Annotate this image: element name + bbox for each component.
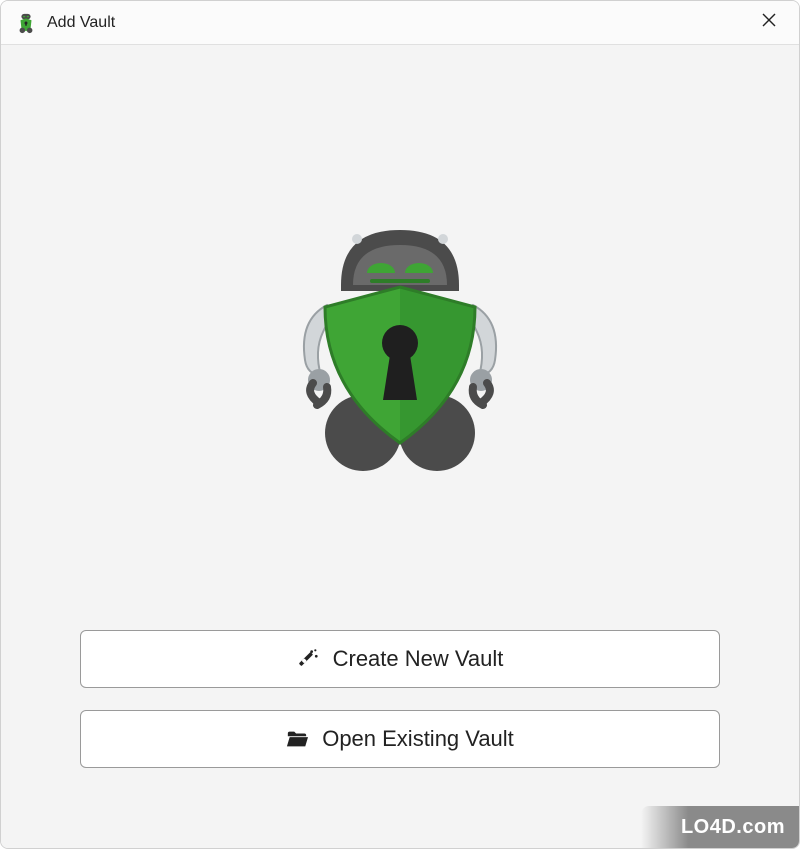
open-existing-vault-label: Open Existing Vault (322, 726, 514, 752)
close-button[interactable] (753, 7, 785, 39)
close-icon (762, 13, 776, 32)
cryptomator-robot (275, 215, 525, 480)
action-buttons: Create New Vault Open Existing Vault (80, 630, 720, 768)
magic-wand-icon (297, 648, 319, 670)
open-existing-vault-button[interactable]: Open Existing Vault (80, 710, 720, 768)
cryptomator-icon (15, 12, 37, 34)
create-new-vault-label: Create New Vault (333, 646, 504, 672)
dialog-window: Add Vault (0, 0, 800, 849)
folder-open-icon (286, 728, 308, 750)
watermark: LO4D.com (641, 806, 799, 848)
dialog-content: Create New Vault Open Existing Vault (1, 45, 799, 848)
window-title: Add Vault (47, 14, 115, 32)
titlebar: Add Vault (1, 1, 799, 45)
create-new-vault-button[interactable]: Create New Vault (80, 630, 720, 688)
